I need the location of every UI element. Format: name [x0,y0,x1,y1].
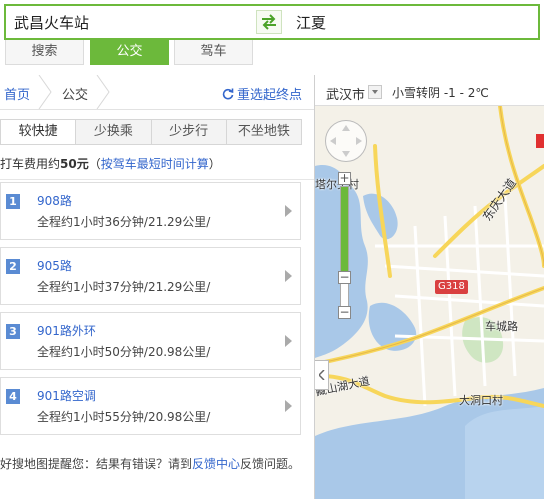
zoom-slider-handle[interactable]: − [338,271,351,284]
route-number-badge: 1 [6,194,20,209]
caret-down-icon [372,90,378,94]
map-marker [536,134,544,148]
results-panel: 首页 公交 重选起终点 较快捷 少换乘 少步行 不坐地铁 打车费用约50元（按驾… [0,75,314,499]
route-detail: 全程约1小时50分钟/20.98公里/ [37,345,211,359]
map-label-village: 塔尔头村 [315,178,359,191]
route-name: 905路 [37,259,72,273]
chevron-right-icon [285,205,292,217]
zoom-slider-fill [341,187,348,278]
map-header: 武汉市 小雪转阴 -1 - 2℃ [315,75,544,106]
map-label-village: 大洞口村 [459,394,503,407]
strategy-no-subway[interactable]: 不坐地铁 [225,120,301,144]
feedback-text-2: 反馈问题。 [240,457,301,471]
chevron-right-icon [285,335,292,347]
route-detail: 全程约1小时36分钟/21.29公里/ [37,215,211,229]
taxi-paren-close: ） [208,157,221,171]
zoom-in-button[interactable]: + [338,172,351,185]
taxi-fare-info: 打车费用约50元（按驾车最短时间计算） [0,155,221,172]
route-number-badge: 2 [6,259,20,274]
feedback-text-1: 好搜地图提醒您：结果有错误？请到 [0,457,193,471]
feedback-note: 好搜地图提醒您：结果有错误？请到反馈中心反馈问题。 [0,455,300,472]
route-item[interactable]: 4 901路空调 全程约1小时55分钟/20.98公里/ [0,377,301,435]
breadcrumb: 首页 公交 重选起终点 [0,75,314,110]
destination-input[interactable] [296,10,526,34]
tab-drive[interactable]: 驾车 [174,40,253,65]
route-detail: 全程约1小时37分钟/21.29公里/ [37,280,211,294]
map-pan-control[interactable] [325,120,367,162]
route-search-bar [4,4,540,40]
map-terrain [315,106,544,499]
route-number-badge: 4 [6,389,20,404]
pan-arrows-icon [330,125,362,157]
taxi-fare-prefix: 打车费用约 [0,157,61,171]
breadcrumb-separator-icon [96,75,110,109]
mode-tabs: 搜索 公交 驾车 [0,40,314,66]
zoom-out-button[interactable]: − [338,306,351,319]
zoom-slider[interactable] [340,186,349,316]
route-item[interactable]: 1 908路 全程约1小时36分钟/21.29公里/ [0,182,301,240]
strategy-less-walking[interactable]: 少步行 [150,120,226,144]
chevron-right-icon [285,270,292,282]
strategy-fastest[interactable]: 较快捷 [1,120,76,144]
taxi-calc-link[interactable]: 按驾车最短时间计算 [101,157,209,171]
breadcrumb-home-link[interactable]: 首页 [4,84,30,103]
origin-input[interactable] [14,10,244,34]
swap-arrows-icon [262,14,276,30]
route-number-badge: 3 [6,324,20,339]
taxi-fare-amount: 50元 [60,157,89,171]
route-name: 901路空调 [37,389,96,403]
breadcrumb-separator-icon [38,75,52,109]
city-selector[interactable]: 武汉市 [326,84,365,103]
route-name: 901路外环 [37,324,96,338]
refresh-icon [222,88,234,99]
route-detail: 全程约1小时55分钟/20.98公里/ [37,410,211,424]
breadcrumb-current: 公交 [62,88,89,103]
feedback-center-link[interactable]: 反馈中心 [192,457,240,471]
map-label-road: 车城路 [485,320,518,333]
chevron-right-icon [285,400,292,412]
route-strategy-tabs: 较快捷 少换乘 少步行 不坐地铁 [0,119,302,145]
reselect-endpoints-link[interactable]: 重选起终点 [222,84,302,103]
route-name: 908路 [37,194,72,208]
route-item[interactable]: 2 905路 全程约1小时37分钟/21.29公里/ [0,247,301,305]
reselect-label: 重选起终点 [236,88,302,103]
collapse-panel-button[interactable] [315,360,329,390]
city-dropdown-button[interactable] [368,85,382,99]
highway-shield: G318 [435,280,468,294]
tab-transit[interactable]: 公交 [90,40,169,65]
map-canvas[interactable]: 塔尔头村 东庆大道 G318 车城路 藏山湖大道 大洞口村 + − − [315,106,544,499]
divider [0,179,314,180]
tab-search[interactable]: 搜索 [5,40,84,65]
swap-direction-button[interactable] [256,10,282,34]
route-item[interactable]: 3 901路外环 全程约1小时50分钟/20.98公里/ [0,312,301,370]
weather-info: 小雪转阴 -1 - 2℃ [392,86,489,100]
chevron-left-icon [318,370,325,380]
strategy-fewer-transfers[interactable]: 少换乘 [75,120,151,144]
taxi-paren-open: （ [88,157,101,171]
